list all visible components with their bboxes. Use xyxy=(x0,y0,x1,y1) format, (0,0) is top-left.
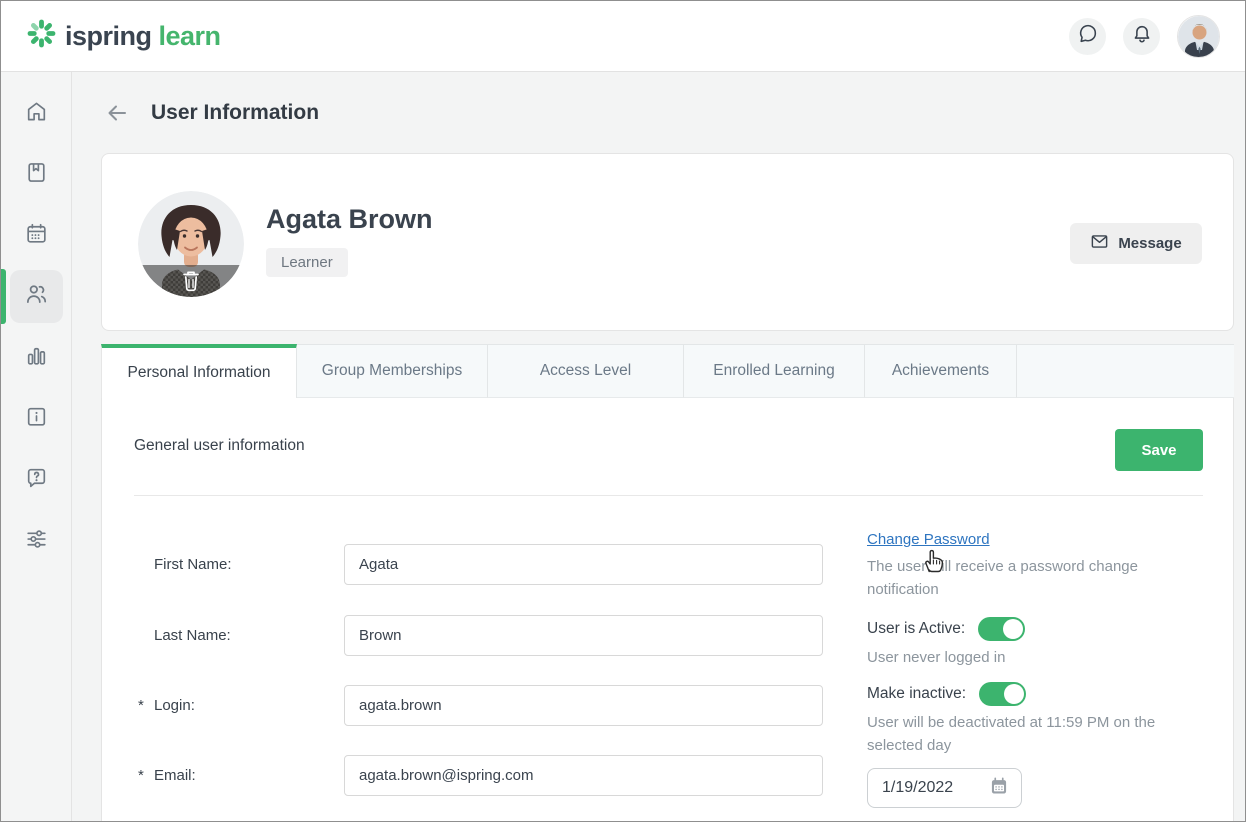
current-user-avatar[interactable] xyxy=(1177,15,1220,58)
logo-text-primary: ispring xyxy=(65,21,152,52)
toggle-knob xyxy=(1003,619,1023,639)
user-avatar[interactable] xyxy=(138,191,244,297)
user-active-toggle[interactable] xyxy=(978,617,1025,641)
sidebar-item-calendar[interactable] xyxy=(1,205,72,266)
make-inactive-label: Make inactive: xyxy=(867,685,966,703)
email-label: Email: xyxy=(154,767,196,784)
sidebar-item-settings[interactable] xyxy=(1,510,72,571)
toggle-knob xyxy=(1004,684,1024,704)
deactivation-date-value: 1/19/2022 xyxy=(882,779,953,797)
last-name-input[interactable] xyxy=(344,615,823,656)
user-active-row: User is Active: xyxy=(867,617,1172,641)
chat-bubble-icon xyxy=(1077,23,1099,50)
ispring-learn-logo[interactable]: ispring learn xyxy=(27,19,221,53)
tab-enrolled-learning[interactable]: Enrolled Learning xyxy=(684,344,865,398)
personal-information-panel: General user information Save First Name… xyxy=(101,398,1234,822)
tab-personal-information[interactable]: Personal Information xyxy=(101,344,297,398)
login-input[interactable] xyxy=(344,685,823,726)
section-title: General user information xyxy=(134,437,305,455)
notifications-button[interactable] xyxy=(1123,18,1160,55)
first-name-input[interactable] xyxy=(344,544,823,585)
deactivation-date-picker[interactable]: 1/19/2022 xyxy=(867,768,1022,808)
sidebar-item-reports[interactable] xyxy=(1,327,72,388)
sidebar-item-support[interactable] xyxy=(1,449,72,510)
user-name: Agata Brown xyxy=(266,204,433,235)
messages-button[interactable] xyxy=(1069,18,1106,55)
login-label: Login: xyxy=(154,697,195,714)
ispring-spinner-icon xyxy=(27,19,56,53)
tab-achievements[interactable]: Achievements xyxy=(865,344,1017,398)
app-window: ispring learn xyxy=(0,0,1246,822)
back-button[interactable] xyxy=(105,101,129,125)
first-name-label: First Name: xyxy=(154,556,232,573)
user-active-hint: User never logged in xyxy=(867,646,1172,669)
tab-group-memberships[interactable]: Group Memberships xyxy=(297,344,488,398)
field-row-first-name: First Name: xyxy=(102,544,862,585)
profile-tabs: Personal Information Group Memberships A… xyxy=(101,344,1234,398)
user-active-label: User is Active: xyxy=(867,620,965,638)
users-icon xyxy=(23,281,49,312)
sidebar-item-users[interactable] xyxy=(1,266,72,327)
field-row-last-name: Last Name: xyxy=(102,615,862,656)
make-inactive-hint: User will be deactivated at 11:59 PM on … xyxy=(867,711,1172,757)
tab-label: Access Level xyxy=(540,362,631,380)
help-bubble-icon xyxy=(24,465,49,495)
message-button[interactable]: Message xyxy=(1070,223,1202,264)
tab-label: Enrolled Learning xyxy=(713,362,835,380)
home-icon xyxy=(24,99,49,129)
field-row-email: * Email: xyxy=(102,755,862,796)
save-button[interactable]: Save xyxy=(1115,429,1203,471)
book-icon xyxy=(24,160,49,190)
message-button-label: Message xyxy=(1118,235,1181,252)
bell-icon xyxy=(1131,23,1153,50)
required-marker: * xyxy=(138,767,144,784)
change-password-link[interactable]: Change Password xyxy=(867,531,990,548)
logo-text-secondary: learn xyxy=(159,21,221,52)
topbar-actions xyxy=(1069,15,1220,58)
bar-chart-icon xyxy=(24,343,49,373)
user-profile-card: Agata Brown Learner Message xyxy=(101,153,1234,331)
required-marker: * xyxy=(138,697,144,714)
tab-strip-filler xyxy=(1017,344,1234,398)
account-options-column: Change Password The user will receive a … xyxy=(867,531,1172,808)
section-divider xyxy=(134,495,1203,496)
tab-label: Personal Information xyxy=(127,364,270,382)
email-input[interactable] xyxy=(344,755,823,796)
sidebar-item-courses[interactable] xyxy=(1,144,72,205)
calendar-icon xyxy=(24,221,49,251)
tab-label: Achievements xyxy=(892,362,989,380)
active-nav-indicator xyxy=(1,269,6,324)
sliders-icon xyxy=(24,526,49,556)
info-box-icon xyxy=(24,404,49,434)
tab-access-level[interactable]: Access Level xyxy=(488,344,684,398)
make-inactive-toggle[interactable] xyxy=(979,682,1026,706)
page-title: User Information xyxy=(151,101,319,125)
last-name-label: Last Name: xyxy=(154,627,231,644)
change-password-hint: The user will receive a password change … xyxy=(867,555,1172,601)
role-badge: Learner xyxy=(266,248,348,277)
calendar-icon xyxy=(989,776,1009,801)
sidebar-item-info[interactable] xyxy=(1,388,72,449)
top-bar: ispring learn xyxy=(1,1,1245,72)
field-row-login: * Login: xyxy=(102,685,862,726)
sidebar-nav xyxy=(1,72,72,822)
envelope-icon xyxy=(1090,232,1109,255)
sidebar-item-home[interactable] xyxy=(1,83,72,144)
page-header: User Information xyxy=(105,101,319,125)
tab-label: Group Memberships xyxy=(322,362,462,380)
make-inactive-row: Make inactive: xyxy=(867,682,1172,706)
